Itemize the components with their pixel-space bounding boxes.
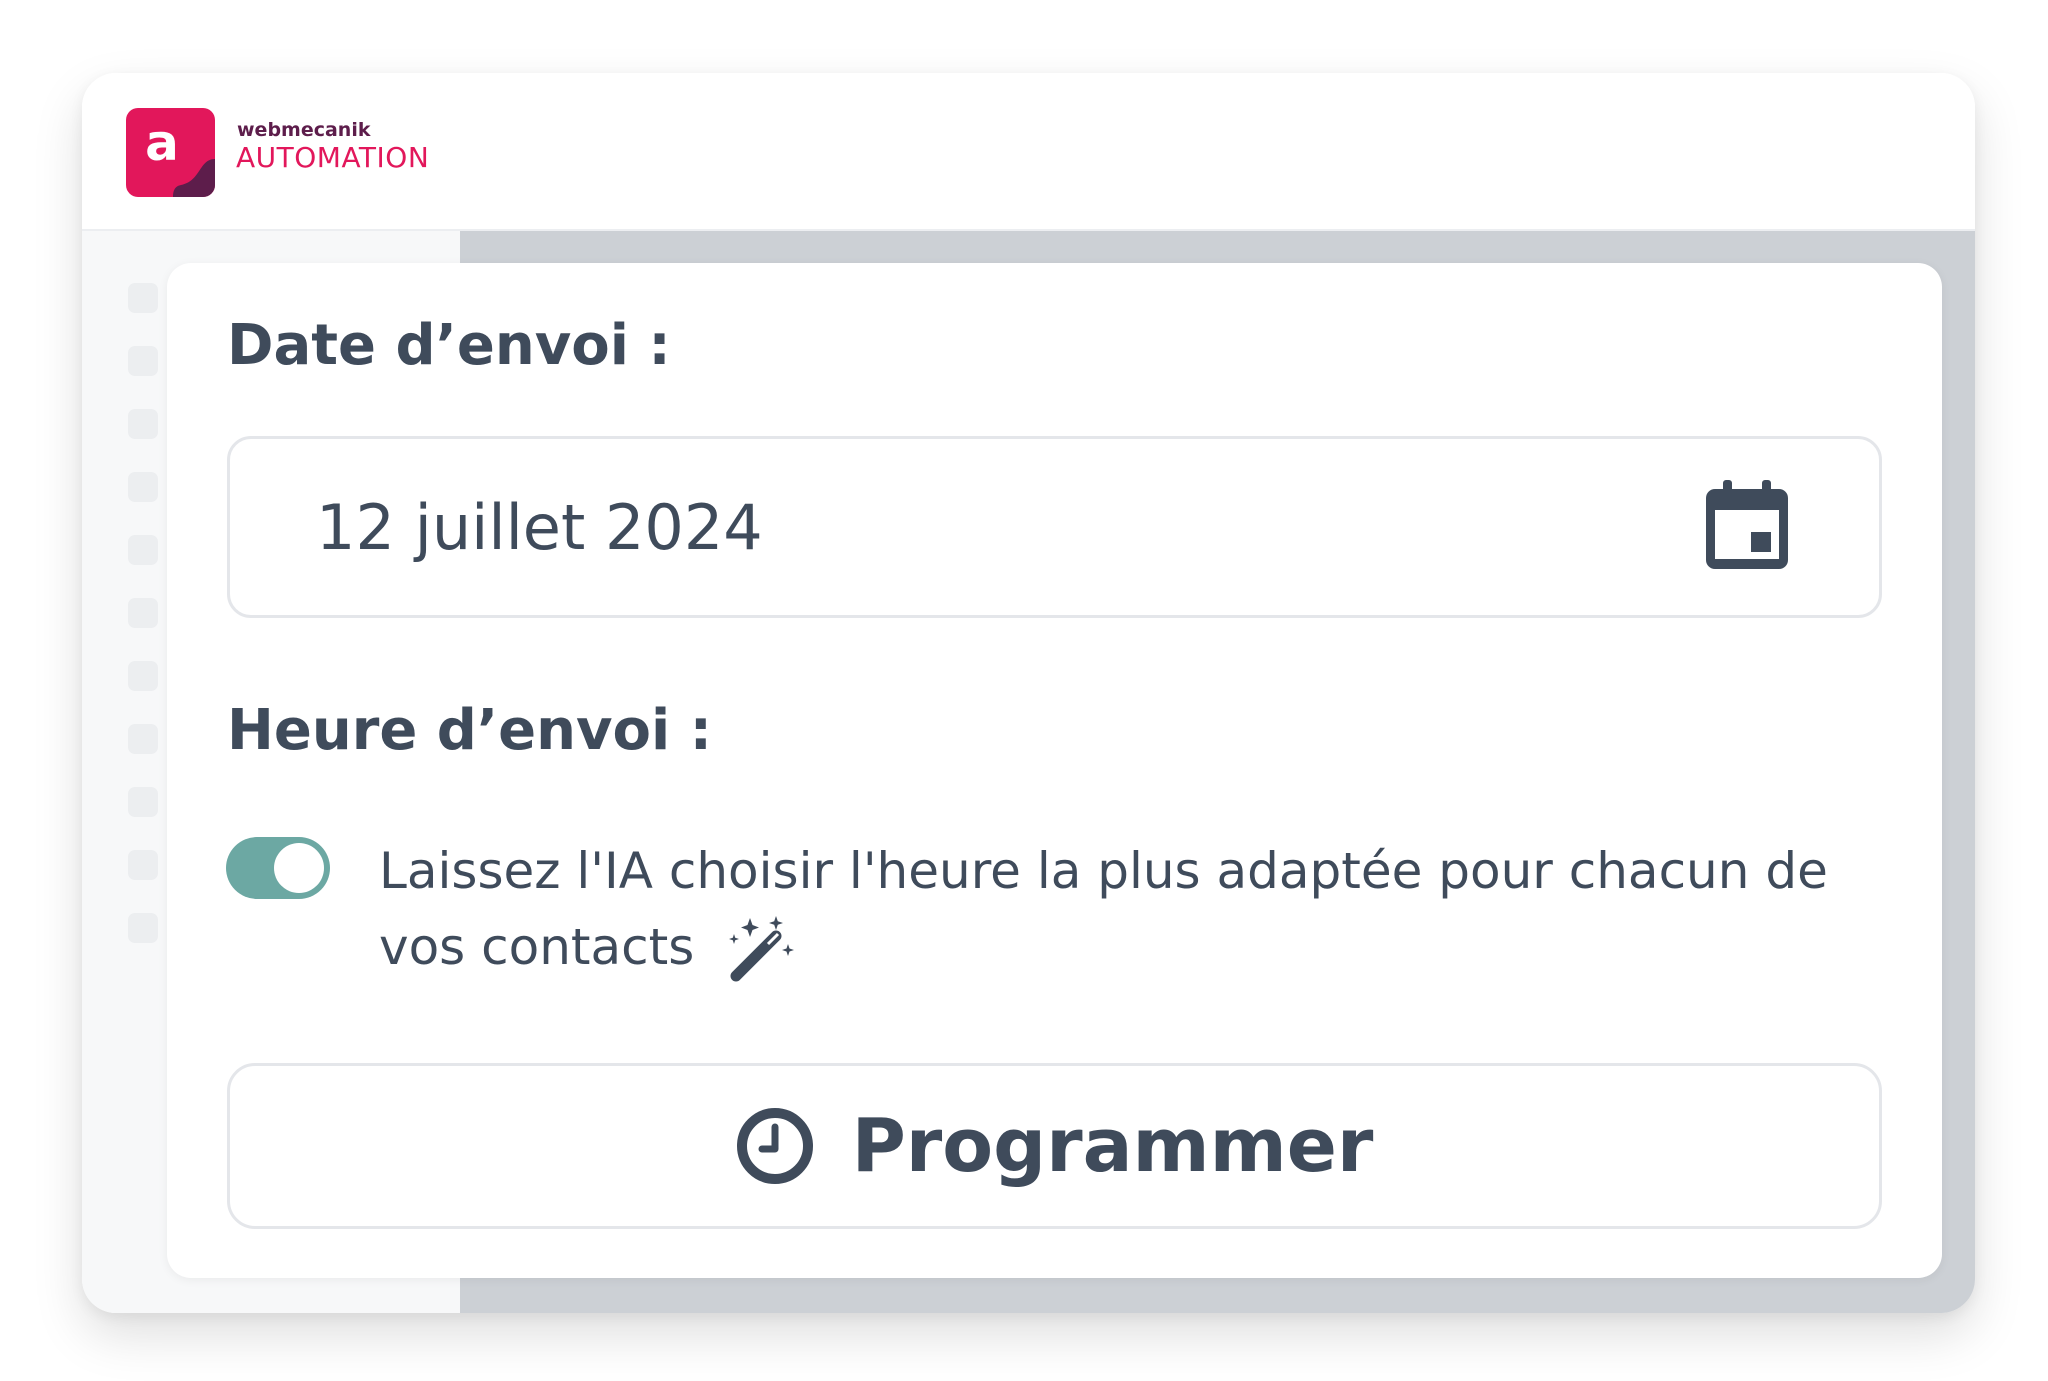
schedule-button[interactable]: Programmer (227, 1063, 1882, 1229)
sidebar-item-placeholder (128, 913, 158, 943)
date-picker-field[interactable]: 12 juillet 2024 (227, 436, 1882, 618)
magic-wand-icon (729, 916, 795, 982)
date-label: Date d’envoi : (227, 313, 671, 378)
sidebar-item-placeholder (128, 472, 158, 502)
ai-time-toggle[interactable] (226, 837, 330, 899)
clock-icon (736, 1108, 813, 1184)
sidebar-item-placeholder (128, 850, 158, 880)
sidebar-item-placeholder (128, 346, 158, 376)
ai-option-description: Laissez l'IA choisir l'heure la plus ada… (379, 833, 1899, 986)
app-header: a webmecanik AUTOMATION (82, 73, 1975, 231)
schedule-panel: Date d’envoi : 12 juillet 2024 Heure d’e… (167, 263, 1942, 1278)
ai-option-text: Laissez l'IA choisir l'heure la plus ada… (379, 842, 1828, 976)
logo-swoosh-icon (173, 159, 215, 197)
brand-logo: a (126, 108, 215, 197)
app-window: a webmecanik AUTOMATION Date d’envoi : 1… (82, 73, 1975, 1313)
sidebar-item-placeholder (128, 724, 158, 754)
brand-product: AUTOMATION (236, 141, 430, 174)
calendar-icon[interactable] (1705, 480, 1789, 570)
sidebar-item-placeholder (128, 283, 158, 313)
sidebar-item-placeholder (128, 535, 158, 565)
schedule-button-label: Programmer (851, 1103, 1374, 1189)
brand-name: webmecanik (237, 119, 371, 141)
sidebar-item-placeholder (128, 598, 158, 628)
sidebar-item-placeholder (128, 409, 158, 439)
toggle-knob (274, 843, 324, 893)
time-label: Heure d’envoi : (227, 698, 713, 763)
date-value: 12 juillet 2024 (316, 491, 763, 564)
sidebar-item-placeholder (128, 661, 158, 691)
sidebar-item-placeholder (128, 787, 158, 817)
